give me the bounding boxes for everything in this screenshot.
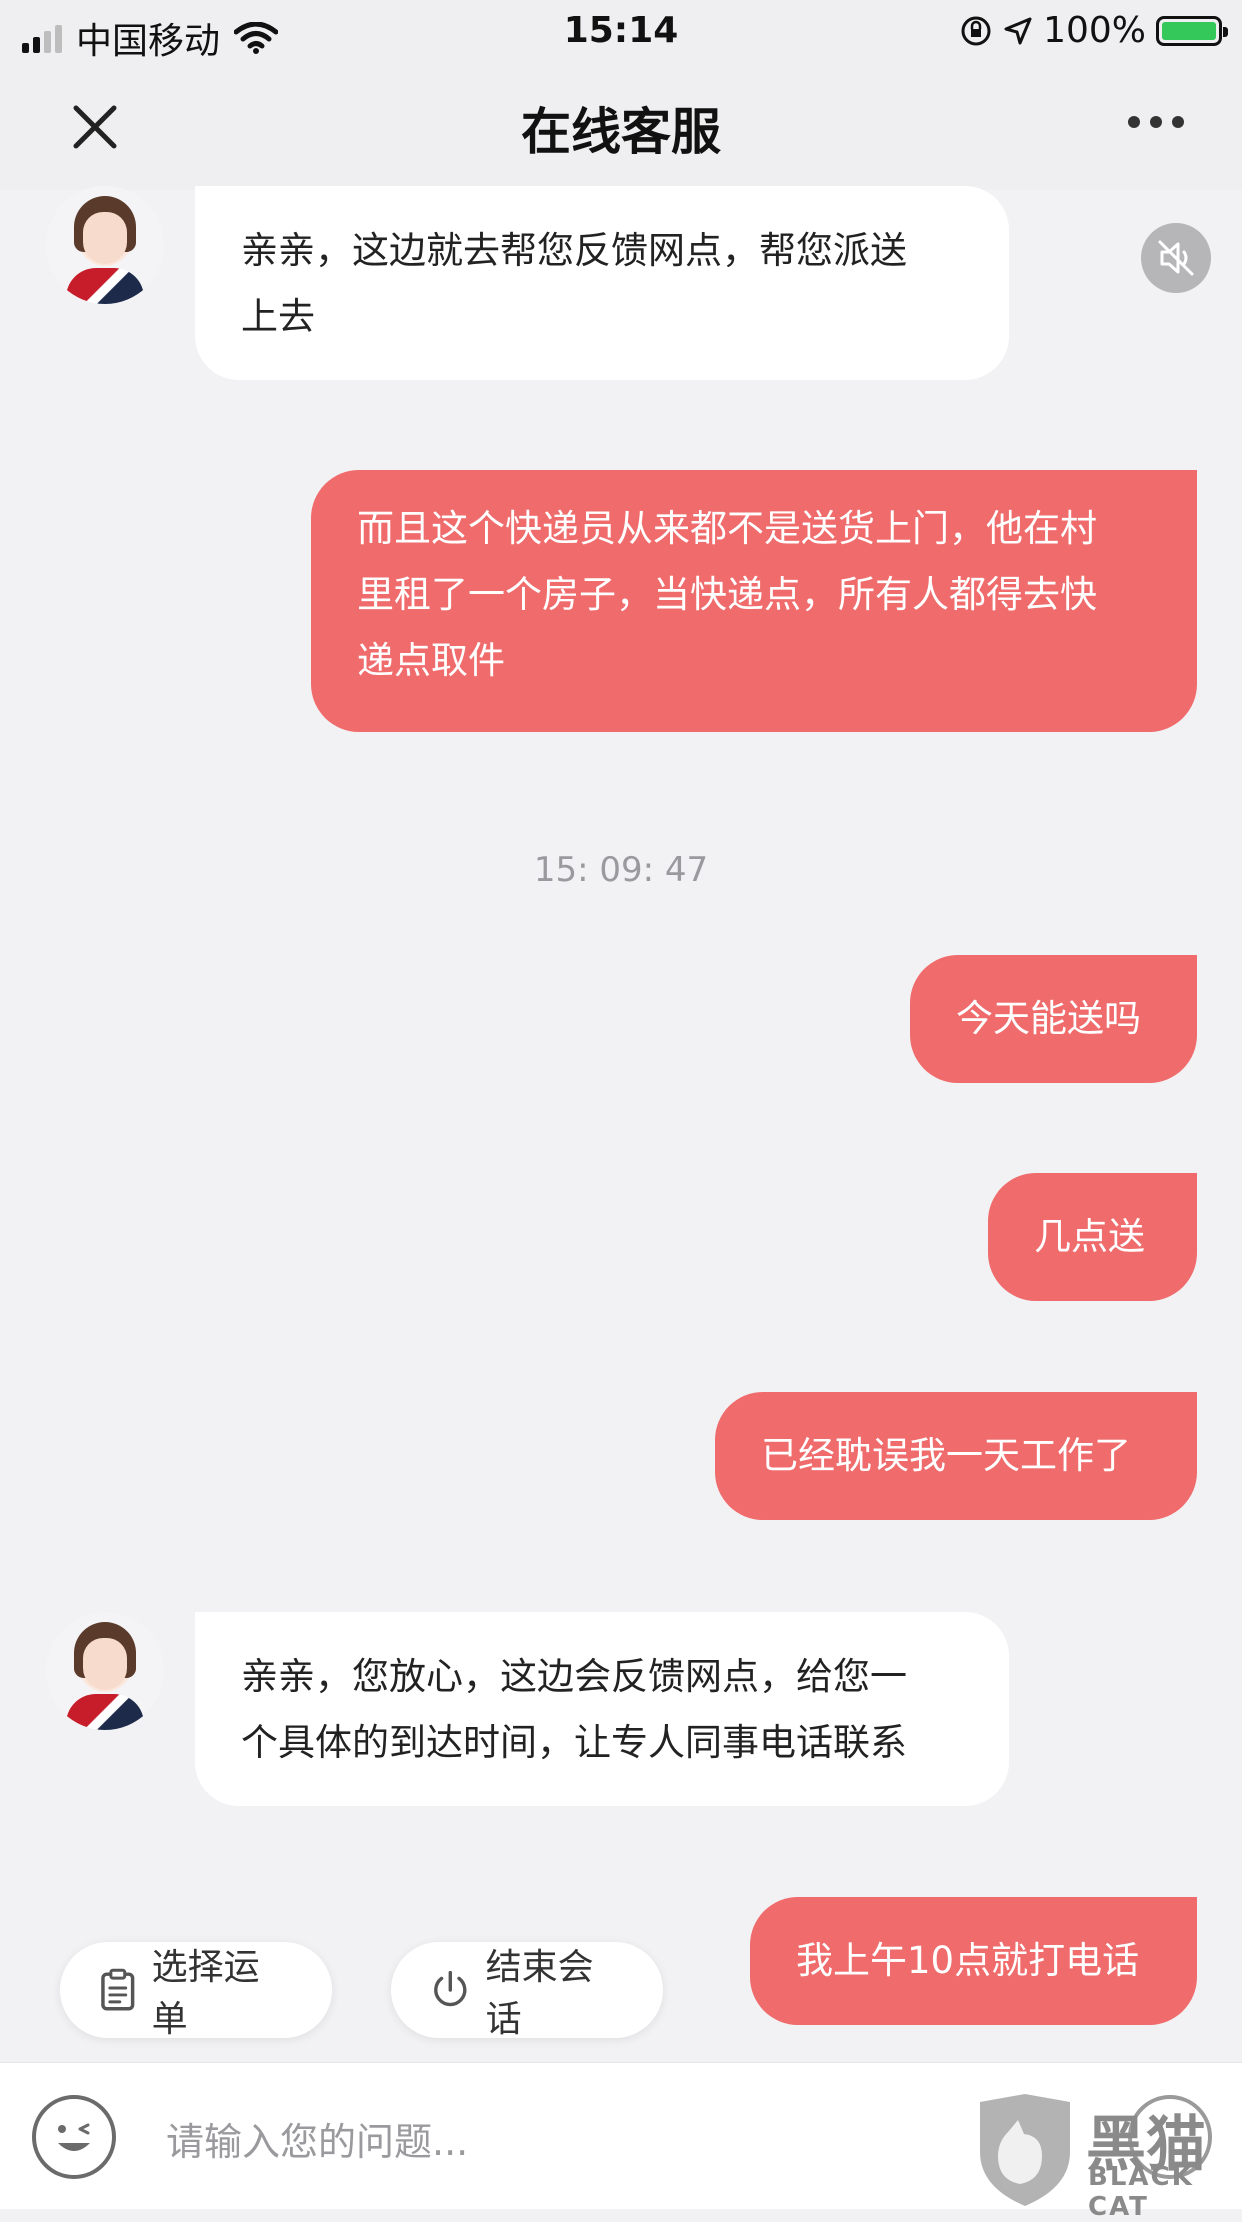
message-input[interactable]: 请输入您的问题... [166, 2111, 468, 2166]
shield-cat-icon [980, 2094, 1070, 2206]
user-message-bubble: 我上午10点就打电话 [750, 1897, 1197, 2025]
clipboard-icon [101, 1968, 135, 2011]
battery-icon [1156, 15, 1228, 46]
speaker-muted-icon [1158, 240, 1194, 276]
watermark-logo: 黑猫 BLACK CAT [970, 2092, 1242, 2222]
nav-bar: 在线客服 [0, 64, 1242, 190]
status-bar: 中国移动 15:14 100% [0, 0, 1242, 64]
user-message-bubble: 已经耽误我一天工作了 [715, 1392, 1197, 1520]
agent-message-bubble: 亲亲，这边就去帮您反馈网点，帮您派送 上去 [195, 186, 1009, 380]
agent-avatar [46, 186, 164, 304]
user-message-bubble: 今天能送吗 [910, 955, 1197, 1083]
user-message-bubble: 几点送 [988, 1173, 1197, 1301]
emoji-icon[interactable] [32, 2095, 116, 2179]
agent-message-bubble: 亲亲，您放心，这边会反馈网点，给您一 个具体的到达时间，让专人同事电话联系 [195, 1612, 1009, 1806]
page-title: 在线客服 [521, 103, 721, 161]
end-session-label: 结束会话 [485, 1947, 594, 2040]
power-icon [434, 1970, 467, 2007]
orientation-lock-icon [961, 16, 991, 45]
mute-button[interactable] [1141, 223, 1211, 293]
end-session-button[interactable]: 结束会话 [391, 1942, 663, 2040]
watermark-brand-en: BLACK CAT [1088, 2162, 1194, 2222]
select-waybill-button[interactable]: 选择运单 [60, 1942, 332, 2040]
location-arrow-icon [1004, 17, 1032, 44]
more-icon[interactable] [1128, 116, 1184, 128]
user-message-bubble: 而且这个快递员从来都不是送货上门，他在村 里租了一个房子，当快递点，所有人都得去… [311, 470, 1197, 732]
select-waybill-label: 选择运单 [151, 1947, 260, 2040]
agent-avatar [46, 1612, 164, 1730]
battery-percent: 100% [1043, 10, 1146, 51]
message-timestamp: 15: 09: 47 [533, 850, 709, 890]
